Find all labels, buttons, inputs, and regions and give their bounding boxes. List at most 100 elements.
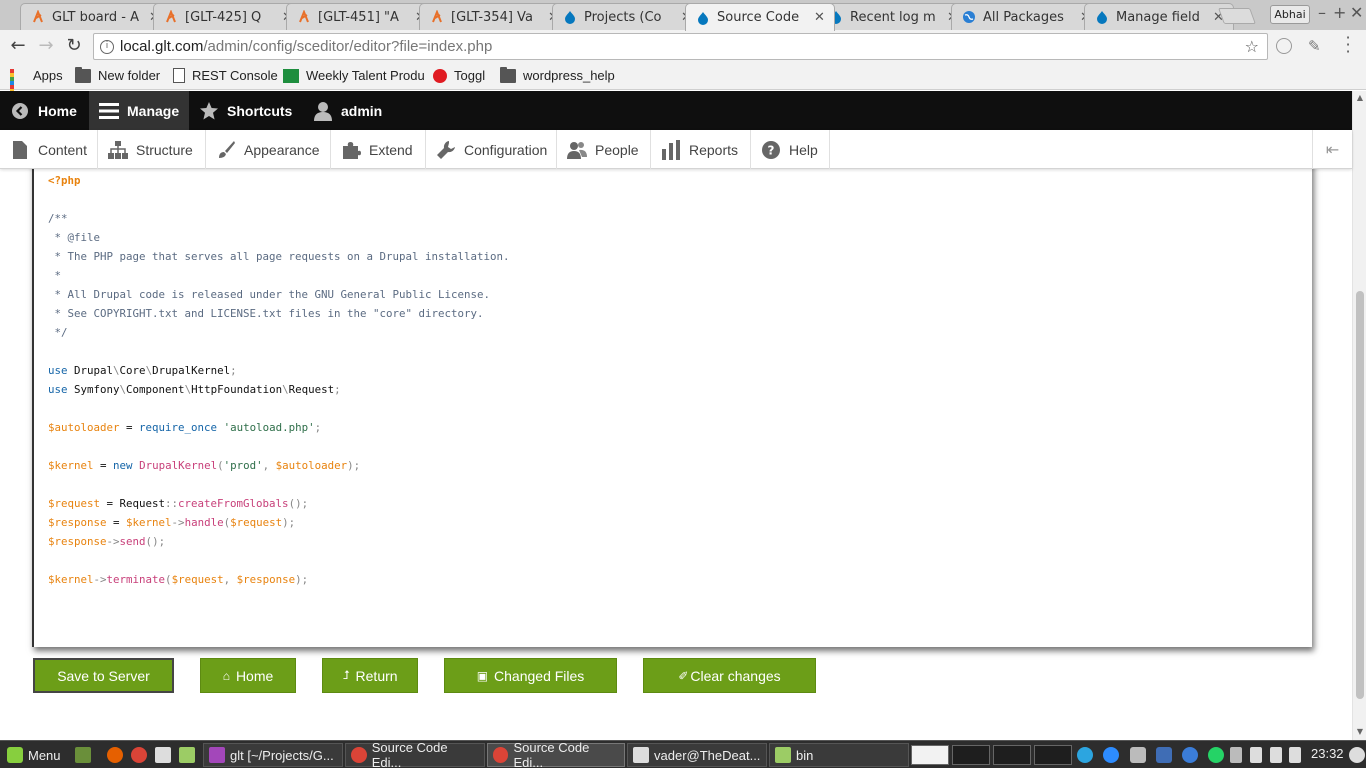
- tray-item-appearance[interactable]: Appearance: [206, 130, 331, 169]
- puzzle-icon: [341, 140, 361, 160]
- scrollbar-thumb[interactable]: [1356, 291, 1364, 699]
- workspace-1[interactable]: [911, 745, 949, 765]
- info-icon[interactable]: i: [100, 39, 114, 54]
- workspace-2[interactable]: [952, 745, 990, 765]
- whatsapp-icon[interactable]: [1208, 747, 1224, 763]
- minimize-icon[interactable]: –: [1318, 3, 1326, 22]
- tray-label: Configuration: [464, 141, 548, 158]
- browser-tab[interactable]: [GLT-425] Q ✕: [153, 3, 303, 30]
- show-desktop-icon[interactable]: [75, 747, 91, 763]
- firefox-icon[interactable]: [107, 747, 123, 763]
- page-scrollbar[interactable]: ▲ ▼: [1352, 91, 1366, 740]
- files-icon: ▣: [476, 668, 489, 683]
- workspace-3[interactable]: [993, 745, 1031, 765]
- home-button[interactable]: ⌂ Home: [200, 658, 296, 693]
- maximize-icon[interactable]: +: [1333, 3, 1346, 22]
- drupal-admin-toolbar: Home Manage Shortcuts admin: [0, 91, 1352, 130]
- taskbar-window-active[interactable]: Source Code Edi...: [487, 740, 625, 770]
- code-line: */: [48, 326, 68, 339]
- reload-icon[interactable]: ↻: [64, 36, 84, 56]
- toolbar-label: Shortcuts: [227, 102, 293, 119]
- extension-icon[interactable]: [1276, 38, 1292, 54]
- browser-tab[interactable]: Manage field ✕: [1084, 3, 1234, 30]
- toolbar-home[interactable]: Home: [0, 91, 87, 130]
- taskbar-window[interactable]: Source Code Edi...: [345, 740, 485, 770]
- terminal-icon[interactable]: [155, 747, 171, 763]
- browser-tab[interactable]: [GLT-354] Va ✕: [419, 3, 569, 30]
- toolbar-user[interactable]: admin: [303, 91, 392, 130]
- tray-item-structure[interactable]: Structure: [98, 130, 206, 169]
- bar-chart-icon: [661, 139, 681, 160]
- code-area[interactable]: <?php /** * @file * The PHP page that se…: [48, 171, 510, 589]
- tray-icon[interactable]: [1230, 747, 1242, 763]
- telegram-icon[interactable]: [1077, 747, 1093, 763]
- editor-actions: Save to Server ⌂ Home ⮥ Return ▣ Changed…: [0, 658, 1352, 694]
- start-menu-button[interactable]: Menu: [2, 743, 66, 767]
- changed-files-button[interactable]: ▣ Changed Files: [444, 658, 617, 693]
- tray-item-reports[interactable]: Reports: [651, 130, 751, 169]
- close-icon[interactable]: ✕: [814, 10, 826, 25]
- profile-button[interactable]: Abhai: [1270, 5, 1310, 24]
- phpstorm-icon: [209, 747, 225, 763]
- toolbar-shortcuts[interactable]: Shortcuts: [189, 91, 302, 130]
- scroll-up-icon[interactable]: ▲: [1355, 93, 1365, 102]
- tray-item-extend[interactable]: Extend: [331, 130, 426, 169]
- jira-icon: [430, 10, 444, 24]
- bookmark-label: Apps: [33, 68, 63, 83]
- wifi-icon[interactable]: [1270, 747, 1282, 763]
- clock[interactable]: 23:32: [1311, 746, 1344, 761]
- new-tab-button[interactable]: [1218, 8, 1256, 24]
- svg-text:?: ?: [768, 143, 775, 157]
- browser-menu-icon[interactable]: · · ·: [1344, 30, 1352, 60]
- workspace-4[interactable]: [1034, 745, 1072, 765]
- tray-item-people[interactable]: People: [557, 130, 651, 169]
- bookmark-star-icon[interactable]: ☆: [1245, 37, 1259, 56]
- network-icon[interactable]: [1250, 747, 1262, 763]
- tray-label: Content: [37, 141, 87, 158]
- tray-item-help[interactable]: ? Help: [751, 130, 830, 169]
- address-bar[interactable]: i local.glt.com/admin/config/sceditor/ed…: [93, 33, 1268, 60]
- code-line: use Symfony\Component\HttpFoundation\Req…: [48, 383, 341, 396]
- browser-tab[interactable]: GLT board - A ✕: [20, 3, 170, 30]
- tray-item-content[interactable]: Content: [0, 130, 98, 169]
- bookmark-new-folder[interactable]: New folder: [75, 66, 160, 83]
- chrome-icon[interactable]: [131, 747, 147, 763]
- code-editor[interactable]: <?php /** * @file * The PHP page that se…: [32, 169, 1312, 647]
- taskbar-window[interactable]: glt [~/Projects/G...: [203, 743, 343, 767]
- clear-changes-button[interactable]: ✐ Clear changes: [643, 658, 816, 693]
- code-line: <?php: [48, 174, 81, 187]
- close-window-icon[interactable]: ✕: [1350, 3, 1363, 22]
- scroll-down-icon[interactable]: ▼: [1355, 727, 1365, 736]
- tray-orientation-toggle[interactable]: ⇤: [1312, 130, 1352, 169]
- bookmark-apps[interactable]: Apps: [10, 68, 63, 105]
- return-button[interactable]: ⮥ Return: [322, 658, 418, 693]
- bookmark-rest-console[interactable]: REST Console: [173, 68, 278, 83]
- save-to-server-button[interactable]: Save to Server: [33, 658, 174, 693]
- taskbar-window[interactable]: bin: [769, 743, 909, 767]
- extension-icon[interactable]: ✎: [1308, 37, 1321, 55]
- browser-tab-active[interactable]: Source Code ✕: [685, 3, 835, 31]
- taskbar-window[interactable]: vader@TheDeat...: [627, 743, 767, 767]
- user-session-icon[interactable]: [1349, 747, 1365, 763]
- forward-icon[interactable]: →: [36, 36, 56, 56]
- bookmark-wordpress-help[interactable]: wordpress_help: [500, 66, 615, 83]
- tray-item-configuration[interactable]: Configuration: [426, 130, 557, 169]
- code-line: * The PHP page that serves all page requ…: [48, 250, 510, 263]
- back-icon[interactable]: ←: [8, 36, 28, 56]
- folder-icon[interactable]: [179, 747, 195, 763]
- browser-tab[interactable]: Projects (Co ✕: [552, 3, 702, 30]
- settings-icon[interactable]: [1130, 747, 1146, 763]
- bookmark-toggl[interactable]: Toggl: [433, 68, 485, 83]
- browser-tab[interactable]: [GLT-451] "A ✕: [286, 3, 436, 30]
- bluetooth-icon[interactable]: [1182, 747, 1198, 763]
- return-icon: ⮥: [342, 668, 350, 682]
- tab-label: Recent log m: [850, 9, 936, 25]
- browser-tab[interactable]: Recent log m ✕: [818, 3, 968, 30]
- toolbar-manage[interactable]: Manage: [89, 91, 190, 130]
- bookmark-weekly-talent[interactable]: Weekly Talent Produ: [283, 68, 425, 83]
- zoom-icon[interactable]: [1103, 747, 1119, 763]
- battery-icon[interactable]: [1289, 747, 1301, 763]
- tray-label: People: [595, 141, 639, 158]
- browser-tab[interactable]: All Packages ✕: [951, 3, 1101, 30]
- shield-icon[interactable]: [1156, 747, 1172, 763]
